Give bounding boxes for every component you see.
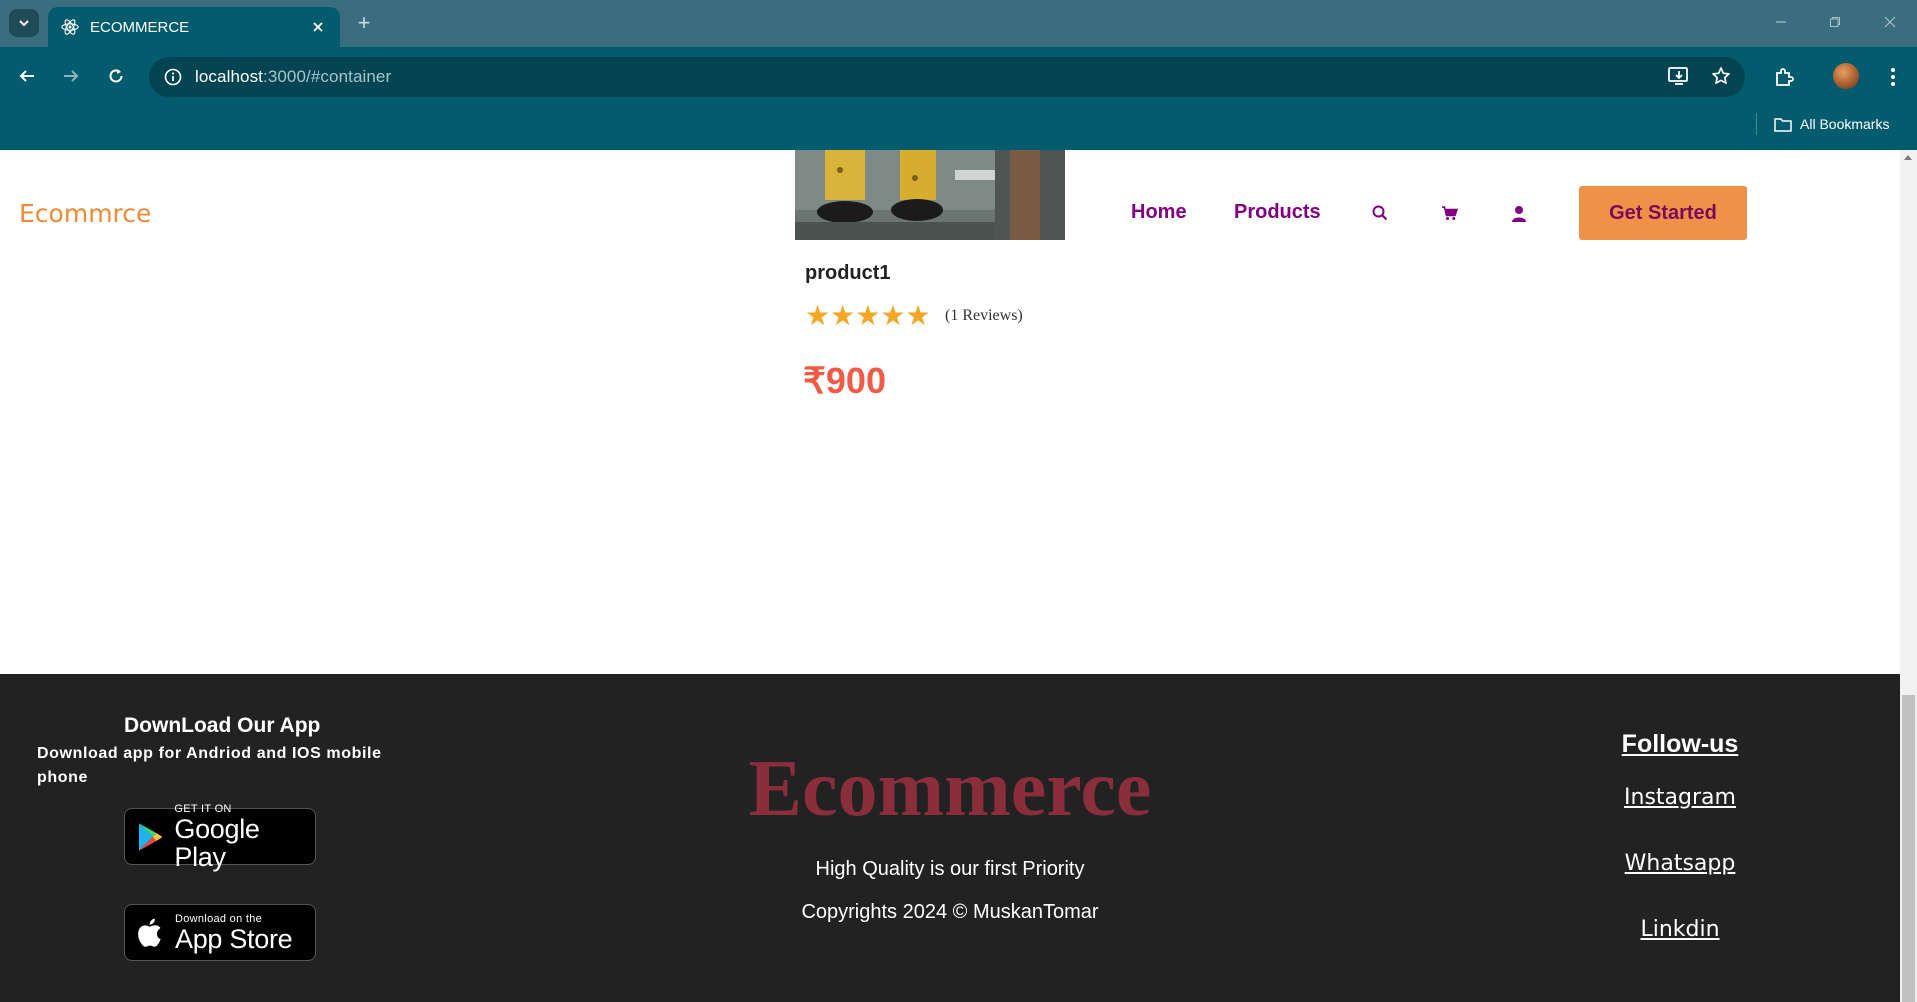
follow-us-title: Follow-us <box>1621 730 1739 758</box>
star-icon: ★ <box>855 300 881 331</box>
user-profile-icon[interactable] <box>1508 202 1530 224</box>
bookmark-star-icon[interactable] <box>1707 62 1735 90</box>
bookmarks-separator <box>1756 113 1757 135</box>
all-bookmarks-button[interactable]: All Bookmarks <box>1774 112 1889 136</box>
star-icon: ★ <box>880 300 906 331</box>
site-info-icon[interactable] <box>161 65 185 89</box>
nav-home-link[interactable]: Home <box>1131 201 1187 224</box>
product-review-count: (1 Reviews) <box>945 307 1023 324</box>
restore-icon[interactable] <box>1821 10 1849 34</box>
more-menu-icon[interactable] <box>1878 62 1908 92</box>
back-arrow-icon[interactable] <box>12 61 42 91</box>
extensions-icon[interactable] <box>1769 62 1799 92</box>
page-viewport: Ecommrce Home Products Get Started produ… <box>0 150 1900 1002</box>
reload-icon[interactable] <box>101 61 131 91</box>
close-tab-icon[interactable] <box>308 17 328 37</box>
forward-arrow-icon[interactable] <box>56 61 86 91</box>
product-rating-stars: ★ ★ ★ ★ ★ <box>805 302 931 330</box>
nav-products-link[interactable]: Products <box>1234 201 1321 224</box>
linkedin-link[interactable]: Linkdin <box>1560 917 1800 942</box>
star-icon: ★ <box>905 300 931 331</box>
star-icon: ★ <box>830 300 856 331</box>
browser-tab-bar: ECOMMERCE + <box>0 0 1917 47</box>
url-text: localhost:3000/#container <box>195 67 392 86</box>
close-window-icon[interactable] <box>1876 10 1904 34</box>
header-brand-logo[interactable]: Ecommrce <box>19 199 151 228</box>
search-icon[interactable] <box>1369 202 1391 224</box>
instagram-link[interactable]: Instagram <box>1560 785 1800 810</box>
cart-icon[interactable] <box>1438 202 1460 224</box>
tab-search-button[interactable] <box>9 9 39 37</box>
react-icon <box>60 17 80 37</box>
install-app-icon[interactable] <box>1665 62 1693 90</box>
download-app-title: DownLoad Our App <box>124 714 321 737</box>
folder-icon <box>1774 117 1792 132</box>
tab-title: ECOMMERCE <box>90 18 190 36</box>
whatsapp-link[interactable]: Whatsapp <box>1560 851 1800 876</box>
chevron-down-icon <box>19 20 29 27</box>
all-bookmarks-label: All Bookmarks <box>1800 116 1890 132</box>
get-started-button[interactable]: Get Started <box>1579 186 1747 240</box>
product-image[interactable] <box>795 150 1065 240</box>
footer: DownLoad Our App Download app for Andrio… <box>0 674 1900 1002</box>
star-icon: ★ <box>805 300 831 331</box>
new-tab-icon[interactable]: + <box>352 12 376 36</box>
minimize-icon[interactable] <box>1767 10 1795 34</box>
scrollbar-thumb[interactable] <box>1902 695 1915 1002</box>
product-price: ₹900 <box>803 360 886 401</box>
address-bar[interactable]: localhost:3000/#container <box>149 57 1745 97</box>
product-name[interactable]: product1 <box>805 262 891 285</box>
profile-avatar[interactable] <box>1833 63 1859 89</box>
active-tab[interactable]: ECOMMERCE <box>48 7 340 47</box>
scroll-up-arrow-icon[interactable] <box>1904 155 1912 160</box>
app-store-big-text: App Store <box>175 923 293 954</box>
